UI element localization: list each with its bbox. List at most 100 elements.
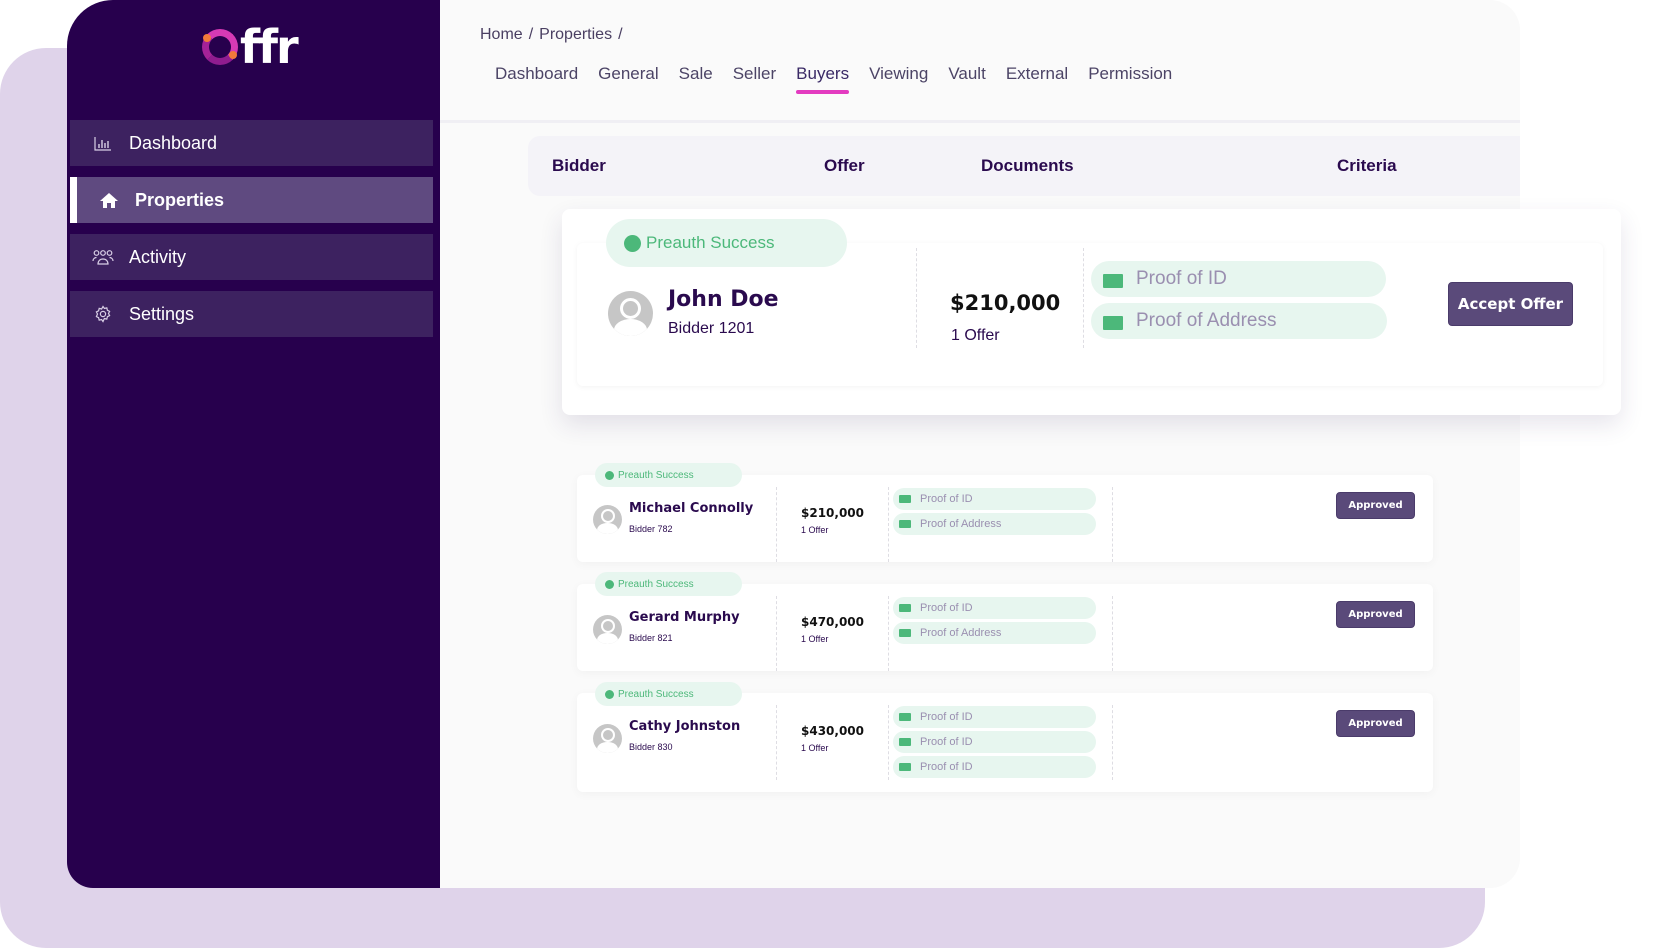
accept-offer-button[interactable]: Accept Offer bbox=[1448, 282, 1573, 326]
tab-permission[interactable]: Permission bbox=[1088, 64, 1172, 92]
document-proof-of-id[interactable]: Proof of ID bbox=[893, 488, 1096, 510]
approved-button[interactable]: Approved bbox=[1336, 492, 1415, 519]
tab-seller[interactable]: Seller bbox=[733, 64, 776, 92]
bidder-id: Bidder 821 bbox=[629, 633, 673, 643]
document-label: Proof of ID bbox=[920, 493, 973, 505]
sidebar-item-properties[interactable]: Properties bbox=[70, 177, 433, 223]
divider bbox=[776, 596, 777, 671]
divider bbox=[1112, 487, 1113, 562]
breadcrumb-separator: / bbox=[528, 26, 534, 43]
document-label: Proof of ID bbox=[920, 761, 973, 773]
status-label: Preauth Success bbox=[646, 233, 775, 252]
folder-icon bbox=[899, 520, 911, 528]
status-label: Preauth Success bbox=[618, 578, 694, 590]
document-label: Proof of Address bbox=[1136, 310, 1277, 331]
logo-ring-icon bbox=[202, 29, 238, 65]
bidder-name: Gerard Murphy bbox=[629, 610, 740, 625]
document-proof-of-id[interactable]: Proof of ID bbox=[893, 597, 1096, 619]
avatar bbox=[593, 724, 622, 753]
tab-external[interactable]: External bbox=[1006, 64, 1068, 92]
status-label: Preauth Success bbox=[618, 688, 694, 700]
sidebar-nav: Dashboard Properties Activity Settings bbox=[70, 120, 433, 348]
featured-bidder-card: John Doe Bidder 1201 $210,000 1 Offer Pr… bbox=[562, 209, 1621, 415]
tab-dashboard[interactable]: Dashboard bbox=[495, 64, 578, 92]
tab-buyers[interactable]: Buyers bbox=[796, 64, 849, 94]
divider bbox=[888, 596, 889, 671]
document-label: Proof of ID bbox=[920, 602, 973, 614]
tab-viewing[interactable]: Viewing bbox=[869, 64, 928, 92]
status-dot-icon bbox=[605, 470, 614, 480]
sidebar-item-label: Activity bbox=[129, 246, 187, 267]
bidder-id: Bidder 1201 bbox=[668, 320, 755, 337]
tab-sale[interactable]: Sale bbox=[679, 64, 713, 92]
table-header: Bidder Offer Documents Criteria bbox=[528, 136, 1520, 196]
document-proof-of-id[interactable]: Proof of ID bbox=[893, 756, 1096, 778]
status-badge: Preauth Success bbox=[606, 219, 847, 267]
users-icon bbox=[92, 248, 114, 266]
document-proof-of-address[interactable]: Proof of Address bbox=[893, 622, 1096, 644]
breadcrumb-properties[interactable]: Properties bbox=[539, 26, 612, 44]
gear-icon bbox=[92, 305, 114, 323]
column-header-bidder: Bidder bbox=[552, 156, 606, 175]
divider bbox=[776, 487, 777, 562]
document-proof-of-address[interactable]: Proof of Address bbox=[1091, 303, 1387, 339]
folder-icon bbox=[899, 763, 911, 771]
bidder-name: Michael Connolly bbox=[629, 501, 754, 516]
sidebar-item-label: Properties bbox=[135, 189, 225, 210]
sidebar-item-settings[interactable]: Settings bbox=[70, 291, 433, 337]
offr-logo[interactable]: ffr bbox=[202, 20, 299, 74]
approved-button[interactable]: Approved bbox=[1336, 710, 1415, 737]
approved-button[interactable]: Approved bbox=[1336, 601, 1415, 628]
folder-icon bbox=[899, 713, 911, 721]
offer-amount: $430,000 bbox=[801, 724, 865, 738]
logo-dot bbox=[203, 34, 211, 42]
bidder-id: Bidder 830 bbox=[629, 742, 673, 752]
avatar bbox=[593, 505, 622, 534]
bidder-row: Gerard Murphy Bidder 821 $470,000 1 Offe… bbox=[577, 584, 1433, 671]
property-tabs: Dashboard General Sale Seller Buyers Vie… bbox=[495, 64, 1192, 94]
folder-icon bbox=[899, 738, 911, 746]
status-badge: Preauth Success bbox=[595, 572, 742, 596]
document-label: Proof of ID bbox=[920, 736, 973, 748]
sidebar-item-activity[interactable]: Activity bbox=[70, 234, 433, 280]
offer-amount: $470,000 bbox=[801, 615, 865, 629]
avatar bbox=[608, 291, 653, 336]
bar-chart-icon bbox=[92, 134, 114, 152]
divider bbox=[776, 705, 777, 780]
document-label: Proof of ID bbox=[1136, 268, 1227, 289]
divider bbox=[1083, 248, 1084, 348]
divider bbox=[888, 705, 889, 780]
document-proof-of-id[interactable]: Proof of ID bbox=[1091, 261, 1386, 297]
avatar bbox=[593, 615, 622, 644]
sidebar-item-label: Dashboard bbox=[129, 132, 218, 153]
sidebar: ffr Dashboard Properties Activity Settin… bbox=[67, 0, 440, 888]
breadcrumb-home[interactable]: Home bbox=[480, 26, 523, 44]
column-header-offer: Offer bbox=[824, 156, 865, 175]
folder-icon bbox=[899, 629, 911, 637]
tab-general[interactable]: General bbox=[598, 64, 658, 92]
header-divider bbox=[440, 120, 1520, 123]
document-proof-of-address[interactable]: Proof of Address bbox=[893, 513, 1096, 535]
status-dot-icon bbox=[605, 689, 614, 699]
document-proof-of-id[interactable]: Proof of ID bbox=[893, 731, 1096, 753]
folder-icon bbox=[899, 495, 911, 503]
status-badge: Preauth Success bbox=[595, 682, 742, 706]
bidder-row: Michael Connolly Bidder 782 $210,000 1 O… bbox=[577, 475, 1433, 562]
home-icon bbox=[98, 191, 120, 209]
document-label: Proof of ID bbox=[920, 711, 973, 723]
offer-count: 1 Offer bbox=[951, 327, 1000, 344]
offer-count: 1 Offer bbox=[801, 525, 829, 535]
status-label: Preauth Success bbox=[618, 469, 694, 481]
document-label: Proof of Address bbox=[920, 518, 1002, 530]
logo-text: ffr bbox=[240, 20, 299, 74]
sidebar-item-dashboard[interactable]: Dashboard bbox=[70, 120, 433, 166]
document-proof-of-id[interactable]: Proof of ID bbox=[893, 706, 1096, 728]
tab-vault[interactable]: Vault bbox=[948, 64, 986, 92]
offer-count: 1 Offer bbox=[801, 743, 829, 753]
breadcrumb-separator: / bbox=[618, 26, 623, 43]
divider bbox=[916, 248, 917, 348]
column-header-documents: Documents bbox=[981, 156, 1074, 175]
offer-count: 1 Offer bbox=[801, 634, 829, 644]
bidder-name: Cathy Johnston bbox=[629, 719, 741, 734]
column-header-criteria: Criteria bbox=[1337, 156, 1397, 175]
